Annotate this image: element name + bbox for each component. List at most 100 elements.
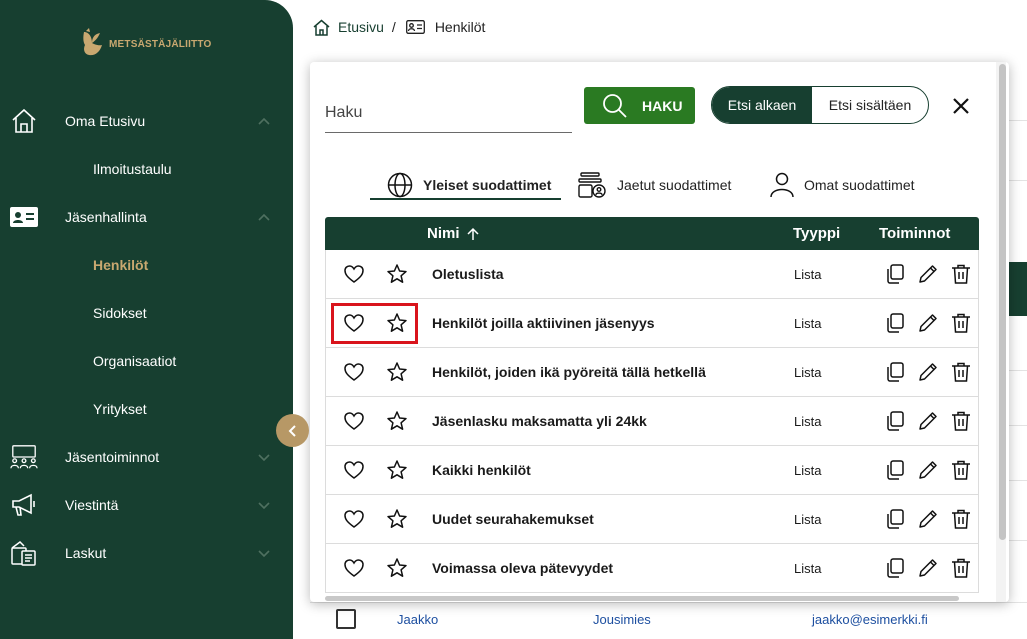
trash-icon[interactable]: [950, 557, 972, 579]
star-icon[interactable]: [386, 410, 408, 432]
cell-name[interactable]: Henkilöt joilla aktiivinen jäsenyys: [432, 315, 655, 331]
edit-pencil-icon[interactable]: [917, 312, 939, 334]
cell-name[interactable]: Voimassa oleva pätevyydet: [432, 560, 613, 576]
cell-type: Lista: [794, 463, 822, 478]
star-icon[interactable]: [386, 361, 408, 383]
cell-type: Lista: [794, 512, 822, 527]
home-icon[interactable]: [313, 19, 330, 36]
row-checkbox[interactable]: [336, 609, 356, 629]
table-body: Oletuslista Lista Henkilöt joilla aktiivin…: [325, 250, 979, 593]
trash-icon[interactable]: [950, 361, 972, 383]
edit-pencil-icon[interactable]: [917, 459, 939, 481]
edit-pencil-icon[interactable]: [917, 263, 939, 285]
copy-icon[interactable]: [884, 557, 906, 579]
nav-jasenhallinta[interactable]: Jäsenhallinta: [0, 197, 293, 237]
toggle-etsi-alkaen[interactable]: Etsi alkaen: [712, 87, 812, 123]
column-header-tyyppi: Tyyppi: [793, 225, 841, 242]
search-button[interactable]: HAKU: [584, 87, 695, 124]
nav-oma-etusivu[interactable]: Oma Etusivu: [0, 101, 293, 141]
sidebar: METSÄSTÄJÄLIITTO Oma Etusivu Ilmoitustau…: [0, 0, 293, 639]
copy-icon[interactable]: [884, 410, 906, 432]
copy-icon[interactable]: [884, 312, 906, 334]
cell-name[interactable]: Kaikki henkilöt: [432, 462, 531, 478]
star-icon[interactable]: [386, 557, 408, 579]
filter-table: Nimi Tyyppi Toiminnot Oletuslista Lista He…: [325, 217, 979, 593]
breadcrumb-home-link[interactable]: Etusivu: [338, 19, 384, 35]
trash-icon[interactable]: [950, 312, 972, 334]
horizontal-scrollbar[interactable]: [325, 596, 959, 601]
copy-icon[interactable]: [884, 361, 906, 383]
nav-sub-organisaatiot[interactable]: Organisaatiot: [93, 353, 176, 369]
nav-viestinta[interactable]: Viestintä: [0, 485, 293, 525]
cell-email[interactable]: jaakko@esimerkki.fi: [812, 612, 928, 627]
filter-modal: HAKU Etsi alkaen Etsi sisältäen Yleiset …: [310, 62, 1009, 602]
table-row[interactable]: Voimassa oleva pätevyydet Lista: [325, 544, 979, 593]
favorite-heart-icon[interactable]: [343, 459, 365, 481]
cell-name[interactable]: Oletuslista: [432, 266, 504, 282]
trash-icon[interactable]: [950, 410, 972, 432]
tab-jaetut-suodattimet[interactable]: Jaetut suodattimet: [577, 168, 731, 202]
tab-omat-suodattimet[interactable]: Omat suodattimet: [770, 168, 915, 202]
chevron-up-icon[interactable]: [257, 210, 271, 224]
close-icon[interactable]: [951, 96, 971, 116]
copy-icon[interactable]: [884, 459, 906, 481]
logo[interactable]: METSÄSTÄJÄLIITTO: [80, 28, 211, 60]
edit-pencil-icon[interactable]: [917, 557, 939, 579]
chevron-down-icon[interactable]: [257, 546, 271, 560]
tab-yleiset-suodattimet[interactable]: Yleiset suodattimet: [387, 168, 551, 202]
nav-sub-yritykset[interactable]: Yritykset: [93, 401, 147, 417]
invoice-icon: [10, 539, 38, 567]
chevron-down-icon[interactable]: [257, 498, 271, 512]
cell-name[interactable]: Uudet seurahakemukset: [432, 511, 594, 527]
table-row[interactable]: Henkilöt, joiden ikä pyöreitä tällä hetk…: [325, 348, 979, 397]
trash-icon[interactable]: [950, 508, 972, 530]
chevron-up-icon[interactable]: [257, 114, 271, 128]
globe-icon: [387, 172, 413, 198]
vertical-scrollbar[interactable]: [999, 64, 1006, 540]
nav-sub-sidokset[interactable]: Sidokset: [93, 305, 147, 321]
cell-first-name[interactable]: Jaakko: [397, 612, 438, 627]
favorite-heart-icon[interactable]: [343, 410, 365, 432]
copy-icon[interactable]: [884, 263, 906, 285]
edit-pencil-icon[interactable]: [917, 361, 939, 383]
column-header-nimi[interactable]: Nimi: [427, 225, 480, 242]
nav-label: Jäsenhallinta: [65, 209, 147, 225]
star-icon[interactable]: [386, 459, 408, 481]
toggle-etsi-sisaltaen[interactable]: Etsi sisältäen: [812, 87, 928, 123]
edit-pencil-icon[interactable]: [917, 508, 939, 530]
background-table-header: [1007, 262, 1027, 316]
table-row[interactable]: Oletuslista Lista: [325, 250, 979, 299]
cell-name[interactable]: Henkilöt, joiden ikä pyöreitä tällä hetk…: [432, 364, 706, 380]
table-row[interactable]: Kaikki henkilöt Lista: [325, 446, 979, 495]
sidebar-collapse-button[interactable]: [276, 414, 309, 447]
favorite-heart-icon[interactable]: [343, 508, 365, 530]
star-icon[interactable]: [386, 508, 408, 530]
edit-pencil-icon[interactable]: [917, 410, 939, 432]
copy-icon[interactable]: [884, 508, 906, 530]
trash-icon[interactable]: [950, 263, 972, 285]
cell-last-name[interactable]: Jousimies: [593, 612, 651, 627]
breadcrumb-current: Henkilöt: [434, 19, 486, 35]
table-row[interactable]: Henkilöt joilla aktiivinen jäsenyys Lista: [325, 299, 979, 348]
nav-sub-henkilot[interactable]: Henkilöt: [93, 257, 148, 273]
cell-name[interactable]: Jäsenlasku maksamatta yli 24kk: [432, 413, 647, 429]
column-header-toiminnot: Toiminnot: [879, 225, 951, 242]
favorite-heart-icon[interactable]: [343, 263, 365, 285]
search-input[interactable]: [325, 92, 572, 132]
id-card-icon: [10, 203, 38, 231]
nav-jasentoiminnot[interactable]: Jäsentoiminnot: [0, 437, 293, 477]
favorite-heart-icon[interactable]: [343, 361, 365, 383]
table-row[interactable]: Jäsenlasku maksamatta yli 24kk Lista: [325, 397, 979, 446]
chevron-down-icon[interactable]: [257, 450, 271, 464]
nav-label: Viestintä: [65, 497, 119, 513]
nav-sub-ilmoitustaulu[interactable]: Ilmoitustaulu: [93, 161, 172, 177]
cell-type: Lista: [794, 267, 822, 282]
trash-icon[interactable]: [950, 459, 972, 481]
tab-label: Omat suodattimet: [804, 177, 915, 193]
sort-arrow-up-icon: [466, 227, 479, 240]
nav-laskut[interactable]: Laskut: [0, 533, 293, 573]
favorite-heart-icon[interactable]: [343, 557, 365, 579]
star-icon[interactable]: [386, 263, 408, 285]
table-row[interactable]: Uudet seurahakemukset Lista: [325, 495, 979, 544]
user-icon: [770, 172, 794, 198]
